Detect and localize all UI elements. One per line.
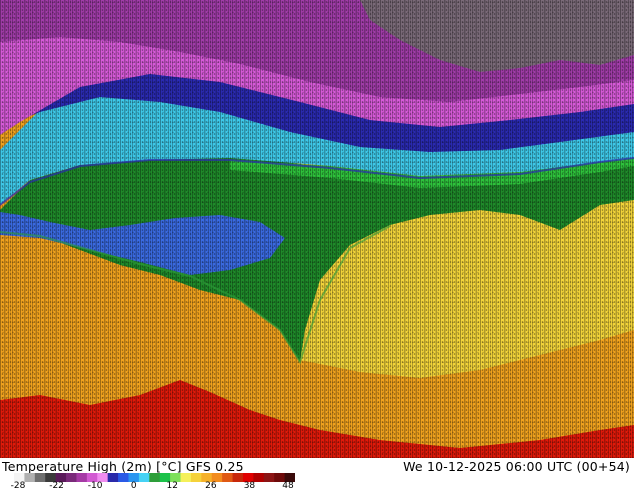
legend-swatch [180,473,192,482]
weather-map[interactable] [0,0,634,458]
legend-swatch [118,473,129,482]
value-grid-overlay-fine [0,0,634,458]
map-footer: Temperature High (2m) [°C] GFS 0.25 We 1… [0,458,634,491]
legend-swatch [253,473,265,482]
legend-swatch [232,473,244,482]
legend-swatch [66,473,77,482]
legend-swatch [76,473,88,482]
legend-swatch [222,473,234,482]
temperature-map-svg [0,0,634,458]
legend-swatch [190,473,202,482]
legend-swatch [107,473,119,482]
map-title: Temperature High (2m) [°C] GFS 0.25 [2,459,244,474]
legend-swatch [149,473,161,482]
legend-swatch [263,473,275,482]
legend-swatch [138,473,150,482]
valid-time: We 10-12-2025 06:00 UTC (00+54) [403,459,630,474]
legend-swatch [34,473,46,482]
legend-swatch [24,473,36,482]
